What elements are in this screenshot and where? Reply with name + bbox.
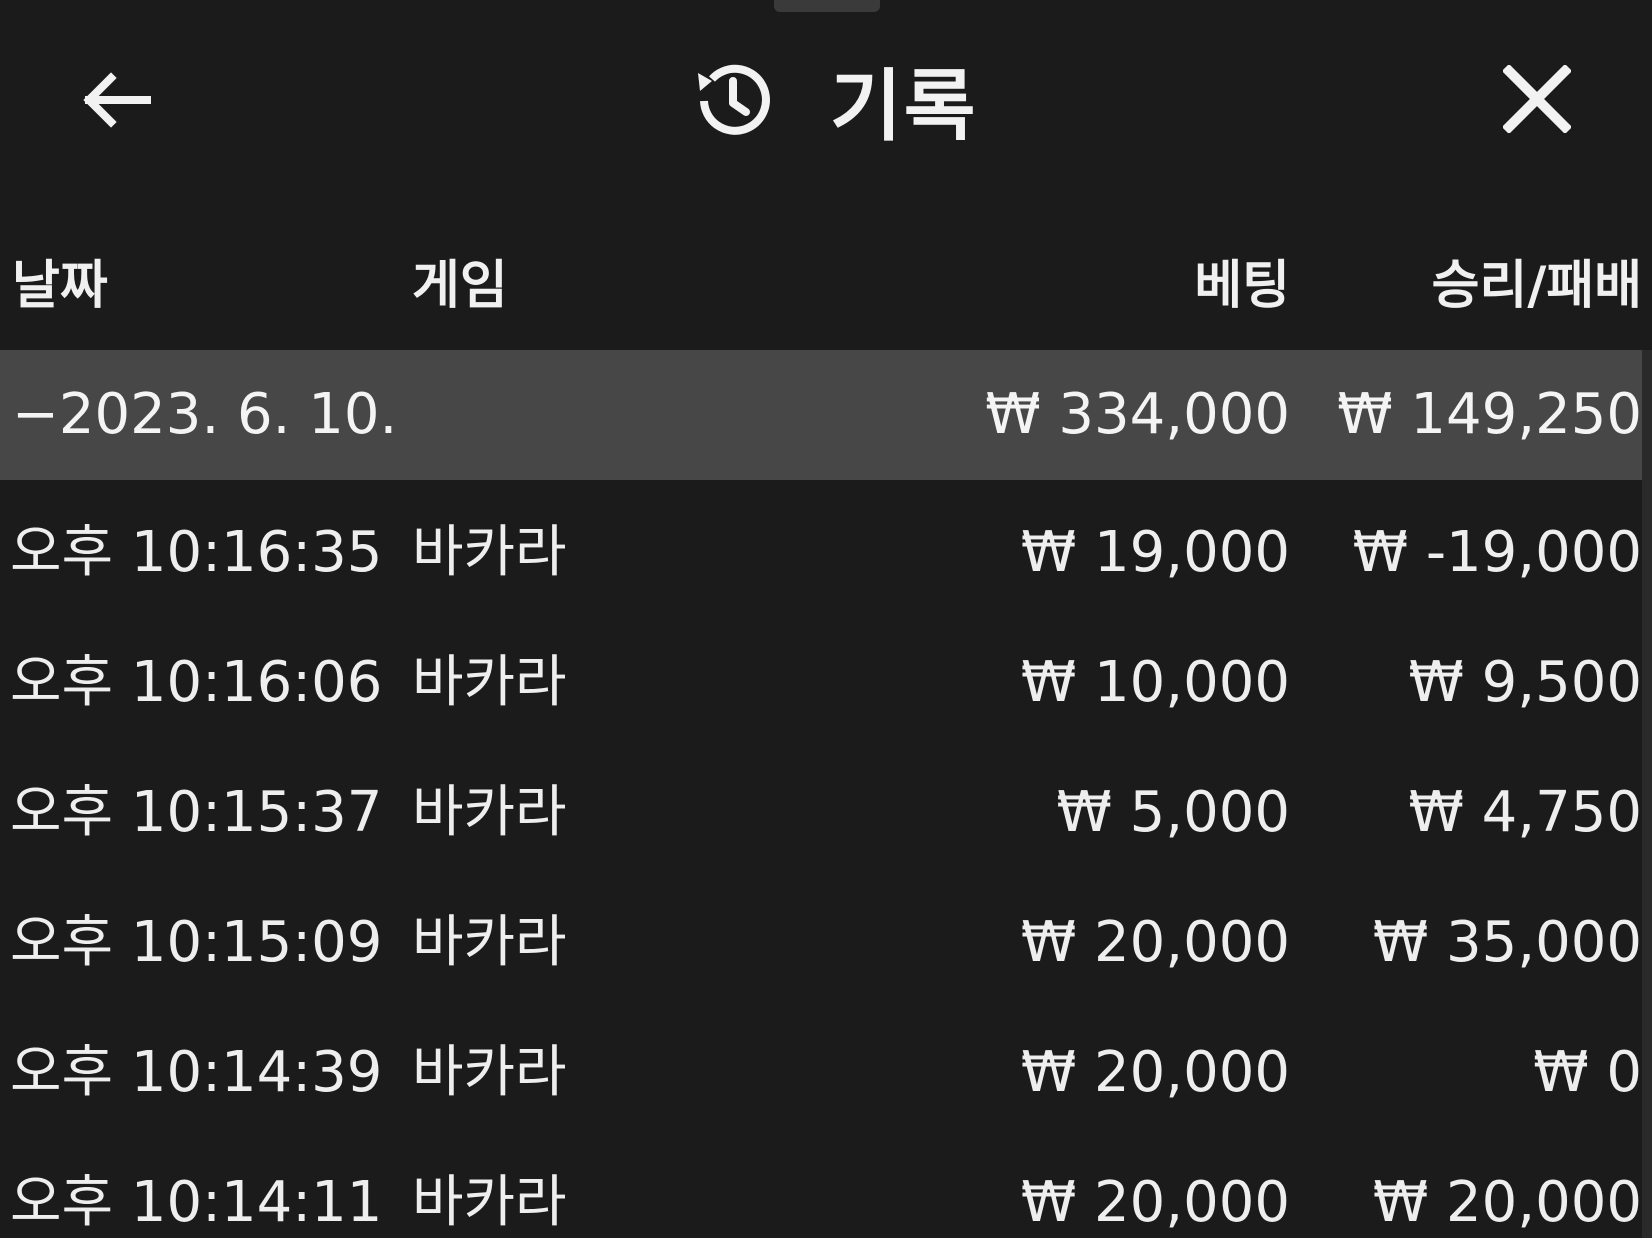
table-row[interactable]: 오후 10:14:11 바카라 ₩ 20,000 ₩ 20,000 (0, 1138, 1652, 1238)
scrollbar[interactable] (1642, 350, 1652, 1238)
row-result: ₩ 9,500 (1408, 650, 1643, 715)
row-result: ₩ 35,000 (1372, 910, 1642, 975)
column-header-bet[interactable]: 베팅 (1194, 250, 1290, 322)
row-game: 바카라 (412, 1170, 567, 1235)
date-group-bet-total: ₩ 334,000 (985, 382, 1290, 447)
row-bet: ₩ 5,000 (1056, 780, 1291, 845)
header: 기록 (0, 0, 1652, 200)
row-game: 바카라 (412, 520, 567, 585)
arrow-left-icon (83, 72, 151, 128)
table-header: 날짜 게임 베팅 승리/패배 (0, 250, 1652, 322)
column-header-date[interactable]: 날짜 (12, 250, 108, 322)
row-result: ₩ 0 (1533, 1040, 1642, 1105)
row-time: 오후 10:14:11 (10, 1170, 383, 1235)
row-game: 바카라 (412, 650, 567, 715)
row-bet: ₩ 20,000 (1020, 1040, 1290, 1105)
row-result: ₩ 20,000 (1372, 1170, 1642, 1235)
history-icon (688, 57, 774, 143)
back-button[interactable] (72, 62, 158, 138)
row-time: 오후 10:15:37 (10, 780, 383, 845)
close-icon (1503, 65, 1571, 133)
page-title: 기록 (830, 62, 978, 152)
row-game: 바카라 (412, 780, 567, 845)
page-title-group: 기록 (688, 50, 978, 152)
row-time: 오후 10:15:09 (10, 910, 383, 975)
row-time: 오후 10:14:39 (10, 1040, 383, 1105)
table-row[interactable]: 오후 10:16:06 바카라 ₩ 10,000 ₩ 9,500 (0, 618, 1652, 748)
row-bet: ₩ 20,000 (1020, 910, 1290, 975)
column-header-game[interactable]: 게임 (412, 250, 508, 322)
row-bet: ₩ 19,000 (1020, 520, 1290, 585)
history-list: 오후 10:16:35 바카라 ₩ 19,000 ₩ -19,000 오후 10… (0, 488, 1652, 1238)
column-header-result[interactable]: 승리/패배 (1432, 250, 1642, 322)
table-row[interactable]: 오후 10:14:39 바카라 ₩ 20,000 ₩ 0 (0, 1008, 1652, 1138)
row-bet: ₩ 10,000 (1020, 650, 1290, 715)
table-row[interactable]: 오후 10:16:35 바카라 ₩ 19,000 ₩ -19,000 (0, 488, 1652, 618)
row-bet: ₩ 20,000 (1020, 1170, 1290, 1235)
history-panel: 기록 날짜 게임 베팅 승리/패배 −2023. 6. 10. ₩ 334,00… (0, 0, 1652, 1238)
row-time: 오후 10:16:35 (10, 520, 383, 585)
row-result: ₩ -19,000 (1352, 520, 1642, 585)
row-game: 바카라 (412, 910, 567, 975)
row-time: 오후 10:16:06 (10, 650, 383, 715)
row-game: 바카라 (412, 1040, 567, 1105)
date-group-summary-row[interactable]: −2023. 6. 10. ₩ 334,000 ₩ 149,250 (0, 350, 1652, 480)
date-group-result-total: ₩ 149,250 (1337, 382, 1642, 447)
date-group-label: −2023. 6. 10. (12, 382, 398, 447)
table-row[interactable]: 오후 10:15:37 바카라 ₩ 5,000 ₩ 4,750 (0, 748, 1652, 878)
row-result: ₩ 4,750 (1408, 780, 1643, 845)
table-row[interactable]: 오후 10:15:09 바카라 ₩ 20,000 ₩ 35,000 (0, 878, 1652, 1008)
close-button[interactable] (1496, 58, 1578, 140)
